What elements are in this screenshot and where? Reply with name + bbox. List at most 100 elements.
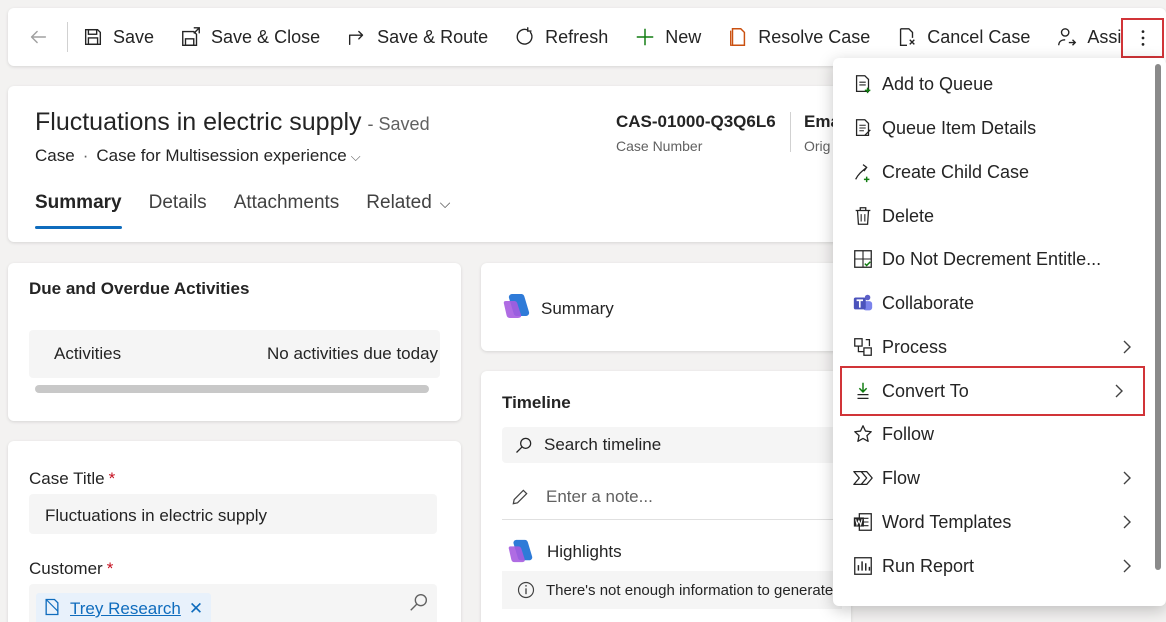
menu-item-add-to-queue[interactable]: Add to Queue [833,64,1153,104]
menu-label: Convert To [882,380,969,401]
tab-related-label: Related [366,192,432,213]
activities-label: Activities [54,344,122,363]
menu-label: Collaborate [882,292,975,313]
search-icon[interactable] [408,591,430,618]
route-icon [346,26,368,48]
case-number-value: CAS-01000-Q3Q6L6 [616,112,776,131]
back-button[interactable] [8,8,68,66]
menu-label: Follow [882,423,935,444]
customer-label: Customer * [29,559,113,579]
save-close-label: Save & Close [211,26,321,47]
menu-item-follow[interactable]: Follow [833,414,1153,454]
record-title: Fluctuations in electric supply - Saved [35,108,430,137]
menu-item-delete[interactable]: Delete [833,196,1153,236]
case-title-input[interactable]: Fluctuations in electric supply [29,494,437,534]
chevron-down-icon[interactable]: ⌵ [351,149,361,164]
separator-dot: · [82,146,89,165]
resolve-case-icon [727,26,749,48]
tab-summary[interactable]: Summary [35,192,122,229]
refresh-button[interactable]: Refresh [500,8,620,66]
flow-icon [852,467,874,489]
cancel-case-icon [896,26,918,48]
save-close-button[interactable]: Save & Close [166,8,332,66]
menu-item-word-templates[interactable]: Word Templates [833,502,1153,542]
required-indicator: * [106,559,114,578]
add-to-queue-icon [852,73,874,95]
note-placeholder: Enter a note... [546,486,653,506]
customer-tag[interactable]: Trey Research ✕ [36,593,212,622]
save-icon [82,26,104,48]
menu-item-do-not-decrement[interactable]: Do Not Decrement Entitle... [833,239,1153,279]
timeline-title: Timeline [502,393,571,412]
chevron-down-icon: ⌵ [439,195,451,211]
tab-attachments[interactable]: Attachments [234,192,340,226]
menu-item-convert-to[interactable]: Convert To [840,366,1145,416]
save-status: - Saved [367,114,430,134]
customer-link[interactable]: Trey Research [70,599,181,619]
convert-icon [852,380,874,402]
refresh-label: Refresh [545,26,609,47]
note-input[interactable]: Enter a note... [502,474,842,520]
word-icon [852,511,874,533]
refresh-icon [514,26,536,48]
menu-scrollbar[interactable] [1155,64,1161,570]
save-route-label: Save & Route [377,26,489,47]
case-title-label-text: Case Title [29,469,105,488]
info-text: There's not enough information to genera… [546,581,834,599]
record-header: Fluctuations in electric supply - Saved C… [8,86,848,242]
entity-name: Case [35,146,75,165]
menu-label: Queue Item Details [882,117,1037,138]
due-activities-title: Due and Overdue Activities [29,279,250,298]
menu-item-collaborate[interactable]: Collaborate [833,283,1153,323]
case-number-label: Case Number [616,138,703,154]
pencil-icon [512,488,528,504]
resolve-case-label: Resolve Case [758,26,871,47]
teams-icon [852,292,874,314]
horizontal-scrollbar[interactable] [35,385,429,393]
timeline-search-input[interactable]: Search timeline [502,427,842,463]
trash-icon [852,205,874,227]
tab-details[interactable]: Details [149,192,207,226]
menu-label: Add to Queue [882,73,994,94]
more-commands-button[interactable] [1121,18,1164,58]
copilot-summary-card[interactable]: Summary [481,263,851,351]
form-selector[interactable]: Case for Multisession experience [96,146,346,165]
chevron-right-icon [1123,559,1131,573]
more-vertical-icon [1141,30,1144,46]
tab-related[interactable]: Related ⌵ [366,192,450,226]
save-close-icon [180,26,202,48]
save-label: Save [113,26,155,47]
menu-label: Run Report [882,555,975,576]
star-icon [852,423,874,445]
chevron-right-icon [1123,340,1131,354]
menu-item-queue-item-details[interactable]: Queue Item Details [833,108,1153,148]
record-subtitle: Case · Case for Multisession experience ⌵ [35,146,361,166]
child-case-icon [852,161,874,183]
more-commands-menu: Add to Queue Queue Item Details Create C… [833,58,1166,606]
arrow-left-icon [30,30,47,44]
new-button[interactable]: New [620,8,713,66]
case-number-field: CAS-01000-Q3Q6L6 Case Number [616,112,776,154]
menu-label: Word Templates [882,511,1012,532]
save-route-button[interactable]: Save & Route [332,8,500,66]
menu-label: Process [882,336,948,357]
menu-item-flow[interactable]: Flow [833,458,1153,498]
record-title-text: Fluctuations in electric supply [35,108,362,136]
menu-item-process[interactable]: Process [833,327,1153,367]
copilot-icon [508,539,533,563]
account-icon [42,597,62,622]
required-indicator: * [108,469,116,488]
info-message: There's not enough information to genera… [502,571,842,609]
process-icon [852,336,874,358]
search-icon [516,437,532,453]
menu-item-run-report[interactable]: Run Report [833,546,1153,586]
new-label: New [665,26,702,47]
case-form-card: Case Title * Fluctuations in electric sup… [8,441,461,622]
highlights-label: Highlights [547,542,622,561]
timeline-card: Timeline Search timeline Enter a note...… [481,371,851,622]
remove-icon[interactable]: ✕ [189,599,203,619]
save-button[interactable]: Save [68,8,166,66]
menu-item-create-child-case[interactable]: Create Child Case [833,152,1153,192]
menu-label: Create Child Case [882,161,1030,182]
cancel-case-label: Cancel Case [927,26,1031,47]
